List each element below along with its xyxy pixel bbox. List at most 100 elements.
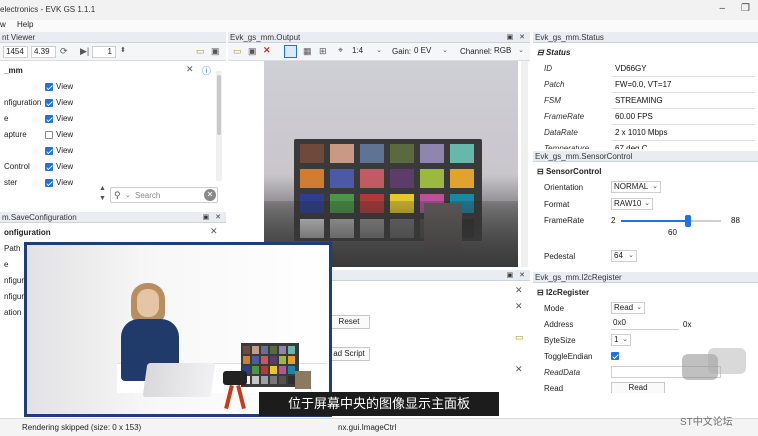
save-config-panel-header: m.SaveConfiguration ▣ ✕ <box>0 212 226 223</box>
orientation-label: Orientation <box>544 183 584 192</box>
info-icon[interactable]: ⓘ <box>202 64 211 77</box>
search-box[interactable]: ⚲ ⌄ Search ✕ <box>110 187 218 203</box>
sort-down-icon[interactable]: ▼ <box>99 195 106 202</box>
save-icon[interactable]: ▣ <box>248 46 257 57</box>
color-patch <box>288 346 295 354</box>
bytesize-select[interactable]: 1 ⌄ <box>611 334 631 346</box>
toggle-endian-checkbox[interactable] <box>611 352 619 360</box>
grid-icon[interactable]: ▦ <box>303 46 312 57</box>
small-box <box>295 371 311 389</box>
address-input[interactable]: 0x0 <box>611 318 679 330</box>
search-placeholder: Search <box>135 191 161 200</box>
restore-icon[interactable]: ❐ <box>741 3 750 14</box>
framerate-slider[interactable] <box>621 215 721 227</box>
camera-image <box>264 61 518 267</box>
framerate-max: 88 <box>731 216 740 225</box>
save-icon[interactable]: ▣ <box>211 46 220 57</box>
output-scrollbar[interactable] <box>521 61 528 267</box>
step-forward-icon[interactable]: ▶| <box>80 46 89 57</box>
save-config-row: nfigur <box>4 276 25 285</box>
gain-select[interactable]: 0 EV ⌄ <box>412 46 450 58</box>
script-tools-icon-3[interactable]: ✕ <box>515 364 523 375</box>
view-checkbox[interactable] <box>45 163 53 171</box>
window-title: electronics - EVK GS 1.1.1 <box>0 5 96 14</box>
menu-item-window[interactable]: w <box>0 20 6 29</box>
color-patch <box>360 169 384 188</box>
tools-icon[interactable]: ✕ <box>186 64 194 75</box>
camera-device <box>223 371 247 385</box>
view-checkbox[interactable] <box>45 131 53 139</box>
load-script-button[interactable]: ad Script <box>328 347 370 361</box>
color-patch <box>270 346 277 354</box>
status-panel-title: Evk_gs_mm.Status <box>535 33 604 42</box>
color-patch <box>252 366 259 374</box>
panel-dock-controls[interactable]: ▣ ✕ <box>203 212 223 222</box>
menu-item-help[interactable]: Help <box>17 20 33 29</box>
format-select[interactable]: RAW10 ⌄ <box>611 198 653 210</box>
output-canvas[interactable] <box>228 61 530 269</box>
color-patch <box>450 169 474 188</box>
i2c-section: ⊟ I2cRegister <box>537 288 590 297</box>
framerate-min: 2 <box>611 216 616 225</box>
laptop <box>142 363 216 397</box>
save-config-tools-icon[interactable]: ✕ <box>210 226 218 237</box>
crosshair-icon[interactable]: ⌖ <box>338 45 343 56</box>
menu-bar: w Help <box>0 20 758 32</box>
orientation-select[interactable]: NORMAL ⌄ <box>611 181 661 193</box>
sort-up-icon[interactable]: ▲ <box>99 185 106 192</box>
zoom-select[interactable]: 1:4 ⌄ <box>350 46 384 58</box>
row-divider <box>611 124 755 125</box>
view-checkbox[interactable] <box>45 115 53 123</box>
panel-dock-controls[interactable]: ▣ ✕ <box>507 270 527 280</box>
status-section: ⊟ Status <box>537 48 571 57</box>
watermark-text: ST中文论坛 <box>680 417 733 428</box>
sensor-control-section: ⊟ SensorControl <box>537 167 602 176</box>
close-icon[interactable]: ✕ <box>263 45 271 56</box>
row-divider <box>611 76 755 77</box>
tree-scrollbar[interactable] <box>216 71 222 181</box>
open-icon[interactable]: ▭ <box>233 46 242 57</box>
tree-scroll-thumb[interactable] <box>217 75 221 135</box>
status-value: 2 x 1010 Mbps <box>615 128 668 137</box>
mode-label: Mode <box>544 304 565 313</box>
page-stepper-icon[interactable]: ⬍ <box>120 46 126 54</box>
view-label: View <box>56 162 74 171</box>
browse-folder-icon[interactable]: ▭ <box>515 332 524 343</box>
clear-search-icon[interactable]: ✕ <box>204 189 216 201</box>
sensor-control-panel-header: Evk_gs_mm.SensorControl <box>533 151 758 162</box>
status-panel-header: Evk_gs_mm.Status <box>533 32 758 43</box>
zoom-icon[interactable]: ⊞ <box>319 46 327 57</box>
fps-field[interactable]: 4.39 <box>31 46 56 58</box>
status-label: DataRate <box>544 128 578 137</box>
read-button[interactable]: Read <box>611 382 665 393</box>
fit-view-icon[interactable] <box>284 45 297 58</box>
view-checkbox[interactable] <box>45 179 53 187</box>
view-checkbox[interactable] <box>45 83 53 91</box>
status-label: Temperature <box>544 144 590 149</box>
script-tools-icon[interactable]: ✕ <box>515 285 523 296</box>
minimize-icon[interactable]: – <box>719 3 725 14</box>
view-checkbox[interactable] <box>45 99 53 107</box>
pedestal-select[interactable]: 64 ⌄ <box>611 250 637 262</box>
color-patch <box>252 346 259 354</box>
row-divider <box>611 140 755 141</box>
mode-select[interactable]: Read ⌄ <box>611 302 645 314</box>
color-patch <box>288 366 295 374</box>
tree-item-label: apture <box>4 130 27 139</box>
spinner-icon[interactable]: ⟳ <box>60 46 68 57</box>
channel-select[interactable]: RGB ⌄ <box>492 46 526 58</box>
output-panel-header: Evk_gs_mm.Output ▣ ✕ <box>228 32 530 43</box>
panel-dock-controls[interactable]: ▣ ✕ <box>507 32 527 42</box>
color-patch <box>390 169 414 188</box>
address-suffix: 0x <box>683 320 692 329</box>
view-checkbox[interactable] <box>45 147 53 155</box>
reset-button[interactable]: Reset <box>328 315 370 329</box>
frame-field[interactable]: 1454 <box>3 46 28 58</box>
save-config-row: ation <box>4 308 22 317</box>
framerate-value: 60 <box>668 228 677 237</box>
script-tools-icon-2[interactable]: ✕ <box>515 301 523 312</box>
status-message: Rendering skipped (size: 0 x 153) <box>22 423 142 432</box>
framerate-slider-thumb[interactable] <box>685 215 691 227</box>
page-field[interactable]: 1 <box>92 46 116 58</box>
folder-open-icon[interactable]: ▭ <box>196 46 205 57</box>
